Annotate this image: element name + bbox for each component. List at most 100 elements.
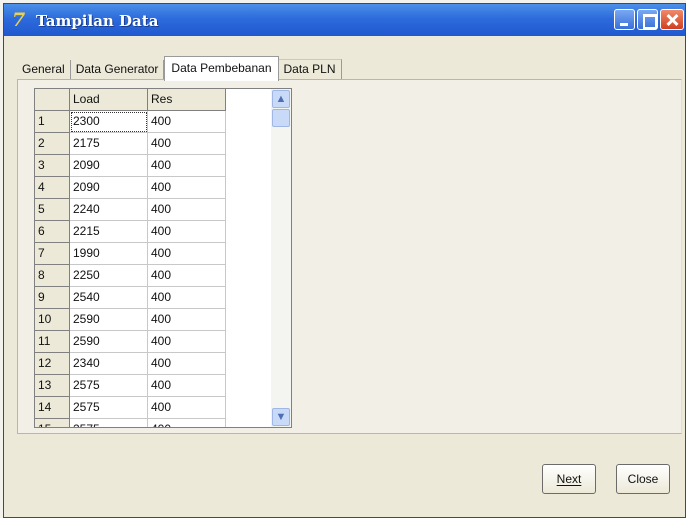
grid-filler <box>226 397 273 419</box>
table-row[interactable]: 14 2575 400 <box>35 397 273 419</box>
res-cell[interactable]: 400 <box>148 221 226 243</box>
main-window: 7 Tampilan Data General Data Generator D… <box>3 3 686 518</box>
grid-header-row: Load Res <box>35 89 273 111</box>
table-row[interactable]: 13 2575 400 <box>35 375 273 397</box>
row-header-cell[interactable]: 10 <box>35 309 70 331</box>
grid-filler <box>226 309 273 331</box>
load-cell[interactable]: 2540 <box>70 287 148 309</box>
res-cell[interactable]: 400 <box>148 353 226 375</box>
row-header-cell[interactable]: 12 <box>35 353 70 375</box>
res-cell[interactable]: 400 <box>148 177 226 199</box>
grid-filler <box>226 199 273 221</box>
res-cell[interactable]: 400 <box>148 375 226 397</box>
table-row[interactable]: 5 2240 400 <box>35 199 273 221</box>
table-row[interactable]: 4 2090 400 <box>35 177 273 199</box>
res-cell[interactable]: 400 <box>148 243 226 265</box>
row-header-cell[interactable]: 13 <box>35 375 70 397</box>
load-cell[interactable]: 2240 <box>70 199 148 221</box>
column-header-load[interactable]: Load <box>70 89 148 111</box>
grid-filler <box>226 111 273 133</box>
grid-filler <box>226 353 273 375</box>
grid-filler <box>226 133 273 155</box>
close-button[interactable]: Close <box>616 464 670 494</box>
table-row[interactable]: 12 2340 400 <box>35 353 273 375</box>
load-cell[interactable]: 2175 <box>70 133 148 155</box>
res-cell[interactable]: 400 <box>148 331 226 353</box>
table-row[interactable]: 1 2300 400 <box>35 111 273 133</box>
grid-filler <box>226 287 273 309</box>
load-cell[interactable]: 2575 <box>70 375 148 397</box>
table-row[interactable]: 6 2215 400 <box>35 221 273 243</box>
scroll-up-icon[interactable]: ▲ <box>272 90 290 108</box>
res-cell[interactable]: 400 <box>148 111 226 133</box>
row-header-cell[interactable]: 3 <box>35 155 70 177</box>
table-row[interactable]: 7 1990 400 <box>35 243 273 265</box>
load-cell[interactable]: 2590 <box>70 309 148 331</box>
res-cell[interactable]: 400 <box>148 133 226 155</box>
res-cell[interactable]: 400 <box>148 419 226 427</box>
res-cell[interactable]: 400 <box>148 397 226 419</box>
grid-corner-cell <box>35 89 70 111</box>
close-button-label: Close <box>627 472 659 486</box>
load-cell[interactable]: 1990 <box>70 243 148 265</box>
load-cell[interactable]: 2590 <box>70 331 148 353</box>
table-row[interactable]: 2 2175 400 <box>35 133 273 155</box>
res-cell[interactable]: 400 <box>148 199 226 221</box>
table-row[interactable]: 11 2590 400 <box>35 331 273 353</box>
row-header-cell[interactable]: 5 <box>35 199 70 221</box>
tab-general[interactable]: General <box>17 60 71 80</box>
load-cell[interactable]: 2250 <box>70 265 148 287</box>
row-header-cell[interactable]: 8 <box>35 265 70 287</box>
tab-data-generator[interactable]: Data Generator <box>70 60 165 80</box>
row-header-cell[interactable]: 14 <box>35 397 70 419</box>
grid-vertical-scrollbar[interactable]: ▲ ▼ <box>271 89 291 427</box>
next-button-label: Next <box>556 472 582 486</box>
grid-filler <box>226 155 273 177</box>
load-cell[interactable]: 2090 <box>70 155 148 177</box>
grid-filler <box>226 375 273 397</box>
load-data-grid[interactable]: Load Res 1 2300 400 2 2175 400 3 2090 400 4 2090 40… <box>34 88 292 428</box>
window-title: Tampilan Data <box>36 12 159 30</box>
scroll-thumb[interactable] <box>272 109 290 127</box>
table-row[interactable]: 3 2090 400 <box>35 155 273 177</box>
tab-data-pln[interactable]: Data PLN <box>278 59 342 80</box>
table-row[interactable]: 8 2250 400 <box>35 265 273 287</box>
res-cell[interactable]: 400 <box>148 155 226 177</box>
row-header-cell[interactable]: 7 <box>35 243 70 265</box>
load-cell[interactable]: 2300 <box>70 111 148 133</box>
tab-strip: General Data Generator Data Pembebanan D… <box>17 56 342 81</box>
row-header-cell[interactable]: 1 <box>35 111 70 133</box>
grid-filler <box>226 265 273 287</box>
table-row[interactable]: 152575400 <box>35 419 273 427</box>
row-header-cell[interactable]: 6 <box>35 221 70 243</box>
scroll-down-icon[interactable]: ▼ <box>272 408 290 426</box>
row-header-cell[interactable]: 4 <box>35 177 70 199</box>
app-logo-icon: 7 <box>12 9 26 31</box>
load-cell[interactable]: 2215 <box>70 221 148 243</box>
minimize-button[interactable] <box>614 9 635 30</box>
res-cell[interactable]: 400 <box>148 309 226 331</box>
table-row[interactable]: 9 2540 400 <box>35 287 273 309</box>
load-cell[interactable]: 2340 <box>70 353 148 375</box>
tab-data-pembebanan[interactable]: Data Pembebanan <box>164 56 279 81</box>
title-bar[interactable]: 7 Tampilan Data <box>4 4 685 36</box>
next-button[interactable]: Next <box>542 464 596 494</box>
column-header-res[interactable]: Res <box>148 89 226 111</box>
res-cell[interactable]: 400 <box>148 265 226 287</box>
row-header-cell[interactable]: 15 <box>35 419 70 427</box>
grid-filler <box>226 89 273 111</box>
load-cell[interactable]: 2090 <box>70 177 148 199</box>
row-header-cell[interactable]: 11 <box>35 331 70 353</box>
load-cell[interactable]: 2575 <box>70 397 148 419</box>
grid-filler <box>226 419 273 427</box>
tab-panel-data-pembebanan: Load Res 1 2300 400 2 2175 400 3 2090 400 4 2090 40… <box>17 79 682 434</box>
table-row[interactable]: 10 2590 400 <box>35 309 273 331</box>
row-header-cell[interactable]: 9 <box>35 287 70 309</box>
res-cell[interactable]: 400 <box>148 287 226 309</box>
grid-filler <box>226 177 273 199</box>
row-header-cell[interactable]: 2 <box>35 133 70 155</box>
load-cell[interactable]: 2575 <box>70 419 148 427</box>
maximize-button[interactable] <box>637 9 658 30</box>
close-window-button[interactable] <box>660 9 684 30</box>
grid-filler <box>226 243 273 265</box>
